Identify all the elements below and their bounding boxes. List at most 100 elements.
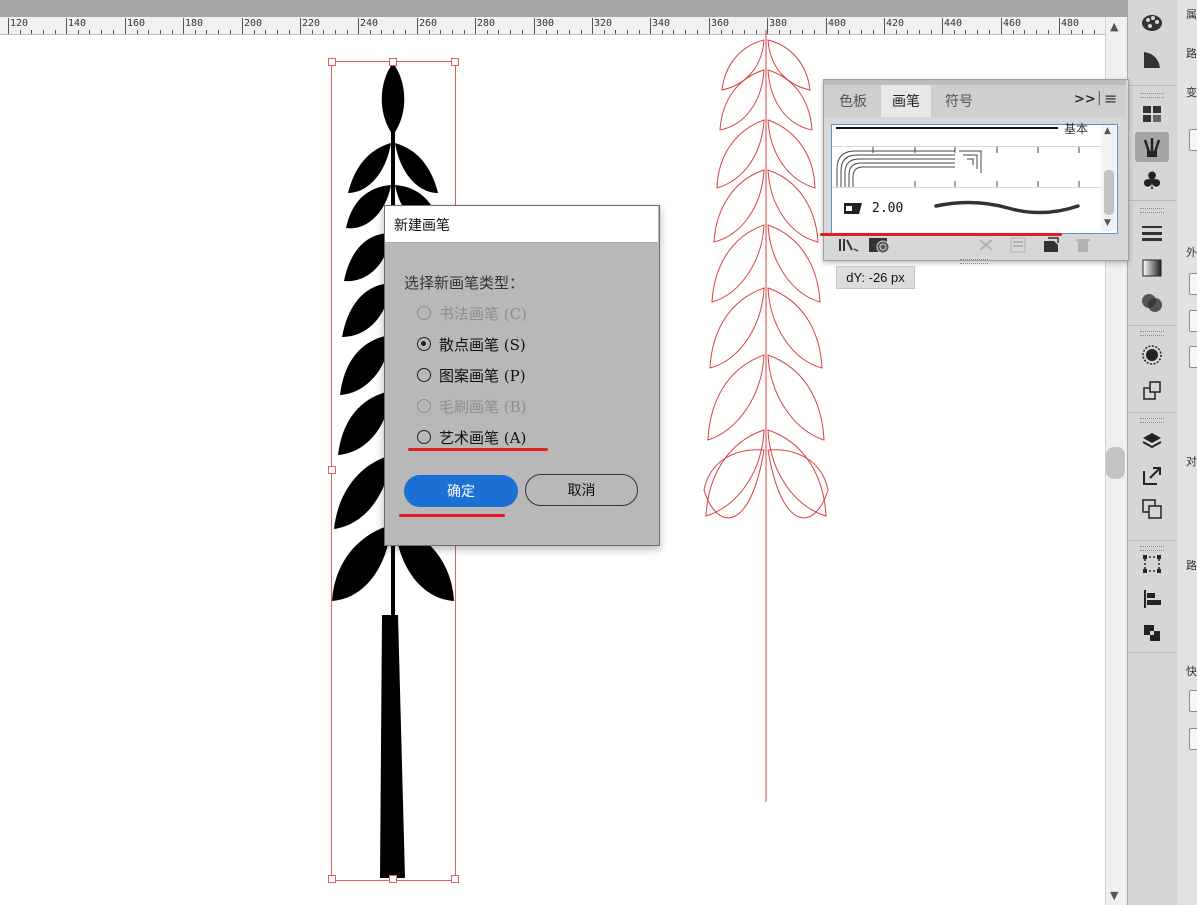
radio-art-brush[interactable] [417, 430, 431, 444]
basic-brush-stroke[interactable] [836, 127, 1058, 129]
trash-icon[interactable] [1075, 237, 1091, 253]
ruler-major-tick [417, 18, 418, 34]
radio-pattern-brush[interactable] [417, 368, 431, 382]
option-art-brush[interactable]: 艺术画笔 (A) [439, 427, 526, 448]
chevron-down-icon[interactable]: ▼ [1104, 218, 1111, 228]
ruler-minor-tick [557, 30, 558, 34]
option-scatter-brush[interactable]: 散点画笔 (S) [439, 334, 526, 355]
selection-handle[interactable] [328, 875, 336, 883]
ruler-minor-tick [31, 30, 32, 34]
brushes-icon[interactable] [1135, 132, 1169, 162]
option-pattern-brush[interactable]: 图案画笔 (P) [439, 365, 526, 386]
libraries-panel-icon[interactable] [868, 236, 892, 254]
ruler-minor-tick [989, 30, 990, 34]
new-brush-icon[interactable] [1043, 237, 1059, 253]
ruler-minor-tick [522, 30, 523, 34]
ruler-minor-tick [604, 30, 605, 34]
quick-action-button[interactable] [1189, 728, 1197, 750]
ruler-minor-tick [55, 30, 56, 34]
tab-symbols[interactable]: 符号 [934, 85, 984, 117]
ruler-minor-tick [977, 30, 978, 34]
tab-swatches[interactable]: 色板 [829, 85, 877, 117]
selection-handle[interactable] [328, 466, 336, 474]
radio-scatter-brush[interactable] [417, 337, 431, 351]
selection-handle[interactable] [389, 58, 397, 66]
ruler-label: 300 [536, 18, 555, 29]
ruler-minor-tick [861, 30, 862, 34]
ruler-label: 140 [68, 18, 87, 29]
ruler-minor-tick [370, 30, 371, 34]
stroke-icon[interactable] [1135, 218, 1169, 248]
ruler-minor-tick [160, 30, 161, 34]
ruler-major-tick [1001, 18, 1002, 34]
right-strip-label: 外 [1186, 246, 1197, 259]
ruler-label: 380 [769, 18, 788, 29]
radio-bristle-brush[interactable] [417, 399, 431, 413]
ruler-minor-tick [206, 30, 207, 34]
swatches-icon[interactable] [1135, 99, 1169, 129]
selection-handle[interactable] [451, 58, 459, 66]
ruler-major-tick [1059, 18, 1060, 34]
panel-menu-icon[interactable]: ≡ [1104, 89, 1117, 108]
radio-calligraphic-brush[interactable] [417, 306, 431, 320]
align-icon[interactable] [1135, 584, 1169, 614]
ok-button[interactable]: 确定 [404, 475, 518, 507]
scroll-up-icon[interactable]: ▲ [1110, 20, 1118, 33]
ruler-minor-tick [662, 30, 663, 34]
selection-handle[interactable] [389, 875, 397, 883]
ruler-minor-tick [464, 30, 465, 34]
export-asset-icon[interactable] [1135, 461, 1169, 491]
ruler-minor-tick [172, 30, 173, 34]
ruler-minor-tick [381, 30, 382, 34]
gradient-icon[interactable] [1135, 253, 1169, 283]
selection-handle[interactable] [451, 875, 459, 883]
right-strip-label: 变 [1186, 86, 1197, 99]
ruler-major-tick [66, 18, 67, 34]
transparency-icon[interactable] [1135, 288, 1169, 318]
brush-list-scroll-thumb[interactable] [1104, 170, 1114, 215]
ruler-label: 440 [944, 18, 963, 29]
chevron-up-icon[interactable]: ▲ [1104, 126, 1111, 136]
ruler-minor-tick [581, 30, 582, 34]
scroll-down-icon[interactable]: ▼ [1110, 889, 1118, 902]
artboards-icon[interactable] [1135, 494, 1169, 524]
option-bristle-brush[interactable]: 毛刷画笔 (B) [439, 396, 527, 417]
panel-resize-grip[interactable] [960, 259, 988, 264]
ruler-minor-tick [230, 30, 231, 34]
panel-collapse-button[interactable]: >> [1074, 92, 1096, 107]
layers-icon[interactable] [1135, 426, 1169, 456]
quick-action-button[interactable] [1189, 690, 1197, 712]
ruler-label: 420 [886, 18, 905, 29]
fill-swatch[interactable] [1189, 273, 1197, 295]
ruler-minor-tick [78, 30, 79, 34]
graphic-styles-icon[interactable] [1135, 375, 1169, 405]
remove-brush-stroke-icon[interactable] [978, 238, 994, 252]
right-strip-label: 路 [1186, 47, 1197, 60]
color-guide-icon[interactable] [1135, 45, 1169, 75]
brush-options-icon[interactable] [1010, 237, 1026, 253]
transform-icon[interactable] [1135, 549, 1169, 579]
selected-brush-stroke-preview[interactable] [933, 196, 1081, 220]
cancel-button[interactable]: 取消 [525, 474, 638, 506]
ruler-minor-tick [335, 30, 336, 34]
pathfinder-icon[interactable] [1135, 618, 1169, 648]
option-calligraphic-brush[interactable]: 书法画笔 (C) [439, 303, 527, 324]
stroke-swatch[interactable] [1189, 310, 1197, 332]
appearance-icon[interactable] [1135, 340, 1169, 370]
ruler-minor-tick [965, 30, 966, 34]
horizontal-ruler[interactable]: 120 140 160 180 200 220 240 260 280 300 320 340 360 3… [0, 17, 1105, 35]
color-palette-icon[interactable] [1135, 8, 1169, 38]
document-header-bar [0, 0, 1127, 17]
ruler-minor-tick [1048, 30, 1049, 34]
outline-wheat-artwork[interactable] [700, 30, 835, 810]
pattern-brush-swatch[interactable] [833, 147, 1101, 187]
selection-handle[interactable] [328, 58, 336, 66]
reference-point-control[interactable] [1189, 129, 1197, 151]
symbols-icon[interactable]: ♣ [1135, 166, 1169, 196]
brush-library-menu-icon[interactable] [838, 237, 860, 253]
ruler-minor-tick [289, 30, 290, 34]
tab-brushes[interactable]: 画笔 [881, 85, 931, 117]
canvas-scroll-thumb[interactable] [1106, 447, 1125, 479]
ruler-minor-tick [218, 30, 219, 34]
opacity-field[interactable] [1189, 346, 1197, 368]
